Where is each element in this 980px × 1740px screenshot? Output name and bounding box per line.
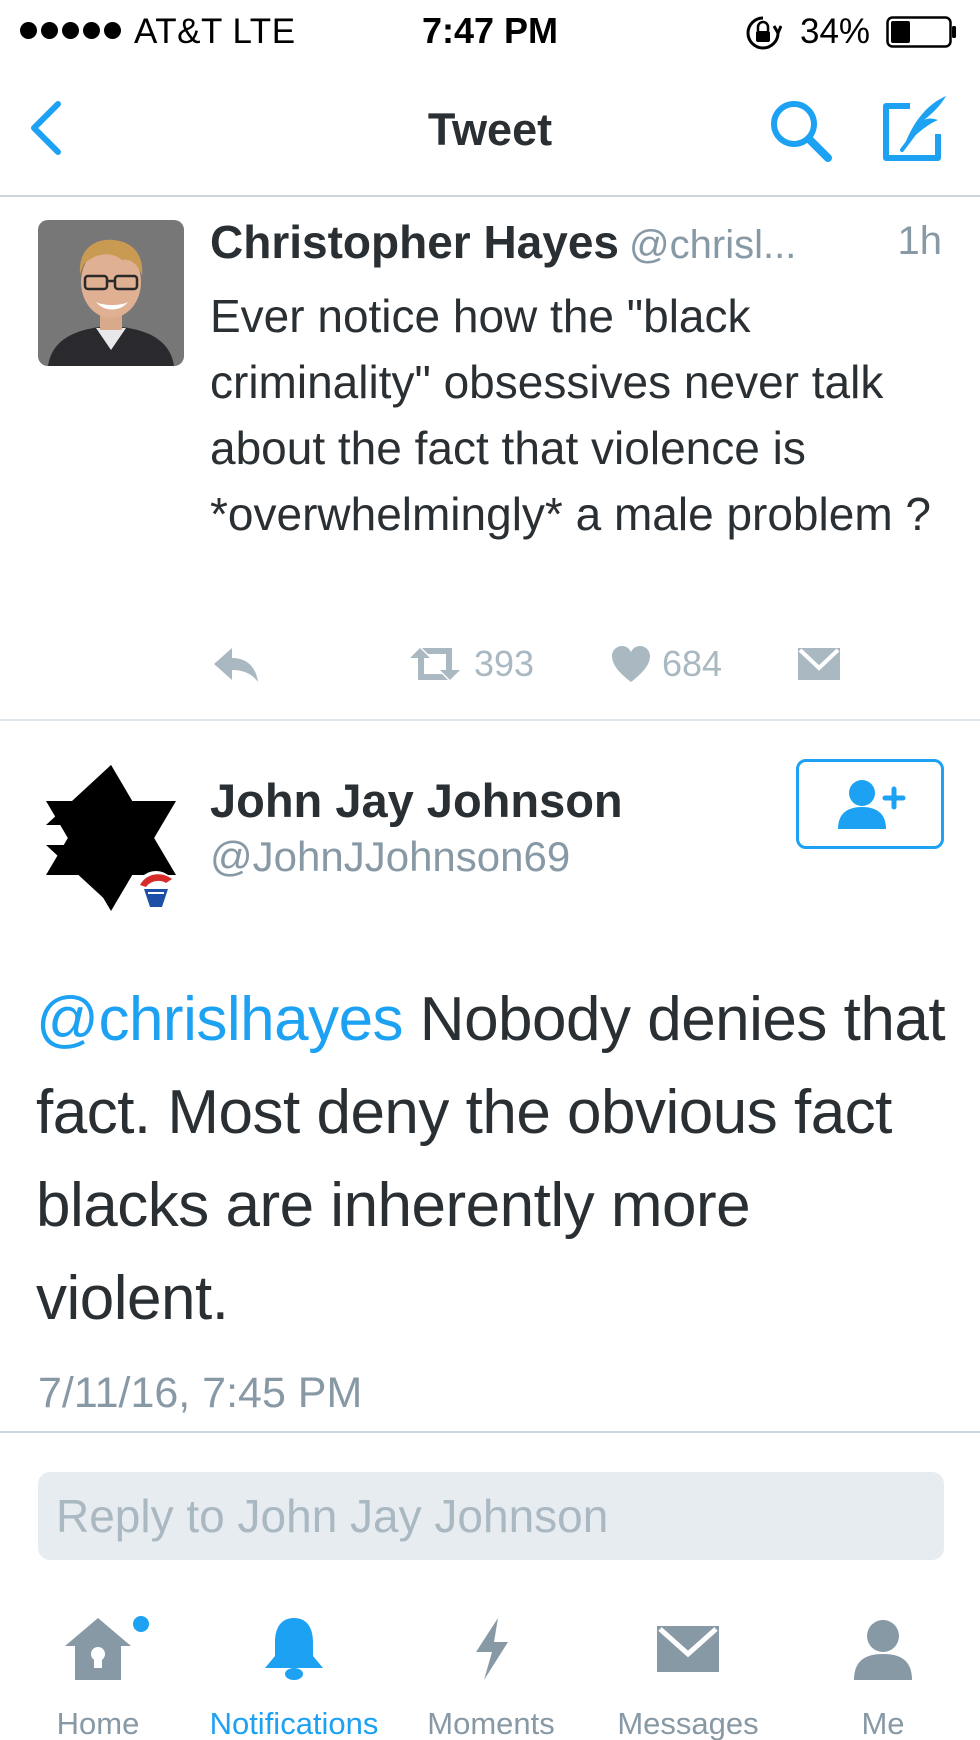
retweet-icon	[410, 648, 460, 680]
tab-home[interactable]: Home	[40, 1600, 156, 1740]
new-content-indicator	[133, 1616, 149, 1632]
share-button[interactable]	[796, 639, 842, 689]
tab-label: Home	[56, 1706, 140, 1740]
tab-label: Messages	[617, 1706, 759, 1740]
author-name[interactable]: John Jay Johnson	[210, 773, 623, 828]
follow-button[interactable]	[796, 759, 944, 849]
main-tweet: John Jay Johnson @JohnJJohnson69 @chrisl…	[0, 721, 980, 1433]
tab-label: Notifications	[209, 1706, 379, 1740]
lightning-icon	[476, 1618, 508, 1680]
like-button[interactable]: 684	[610, 639, 722, 689]
bell-icon	[265, 1618, 323, 1680]
avatar[interactable]	[36, 761, 186, 921]
tab-moments[interactable]: Moments	[416, 1600, 566, 1740]
author-handle[interactable]: @JohnJJohnson69	[210, 833, 570, 881]
envelope-icon	[798, 648, 840, 680]
parent-tweet-header: Christopher Hayes @chrisl... 1h	[210, 215, 950, 269]
parent-author-handle[interactable]: @chrisl...	[629, 223, 796, 267]
tab-bar: Home Notifications Moments Messages Me	[0, 1600, 980, 1740]
tweet-actions: 393 684	[210, 639, 950, 689]
home-icon	[65, 1618, 131, 1680]
retweet-button[interactable]: 393	[406, 639, 534, 689]
reply-button[interactable]	[210, 639, 262, 689]
nav-bar: Tweet	[0, 64, 980, 197]
tab-label: Moments	[427, 1706, 555, 1740]
heart-icon	[612, 646, 650, 682]
tab-me[interactable]: Me	[840, 1600, 926, 1740]
person-icon	[854, 1620, 912, 1680]
parent-tweet-time: 1h	[897, 219, 943, 263]
parent-author-name[interactable]: Christopher Hayes	[210, 216, 619, 268]
parent-tweet[interactable]: Christopher Hayes @chrisl... 1h Ever noti…	[0, 199, 980, 721]
tab-label: Me	[861, 1706, 905, 1740]
search-icon[interactable]	[764, 94, 836, 166]
reply-input[interactable]	[38, 1472, 944, 1560]
battery-icon	[886, 16, 956, 48]
parent-tweet-text: Ever notice how the "black criminality" …	[210, 290, 931, 540]
mention-link[interactable]: @chrislhayes	[36, 985, 404, 1054]
avatar[interactable]	[38, 220, 184, 366]
rotation-lock-icon	[746, 16, 782, 50]
retweet-count: 393	[474, 643, 535, 684]
status-bar: AT&T LTE 7:47 PM 34%	[0, 0, 980, 64]
battery-percent: 34%	[800, 12, 871, 51]
like-count: 684	[662, 643, 723, 684]
reply-icon	[214, 648, 258, 682]
follow-icon	[838, 780, 906, 829]
tweet-text: @chrislhayes Nobody denies that fact. Mo…	[36, 973, 956, 1345]
tweet-timestamp: 7/11/16, 7:45 PM	[38, 1369, 363, 1417]
tab-notifications[interactable]: Notifications	[196, 1600, 392, 1740]
compose-icon[interactable]	[876, 90, 954, 168]
envelope-icon	[657, 1626, 719, 1672]
tab-messages[interactable]: Messages	[610, 1600, 766, 1740]
